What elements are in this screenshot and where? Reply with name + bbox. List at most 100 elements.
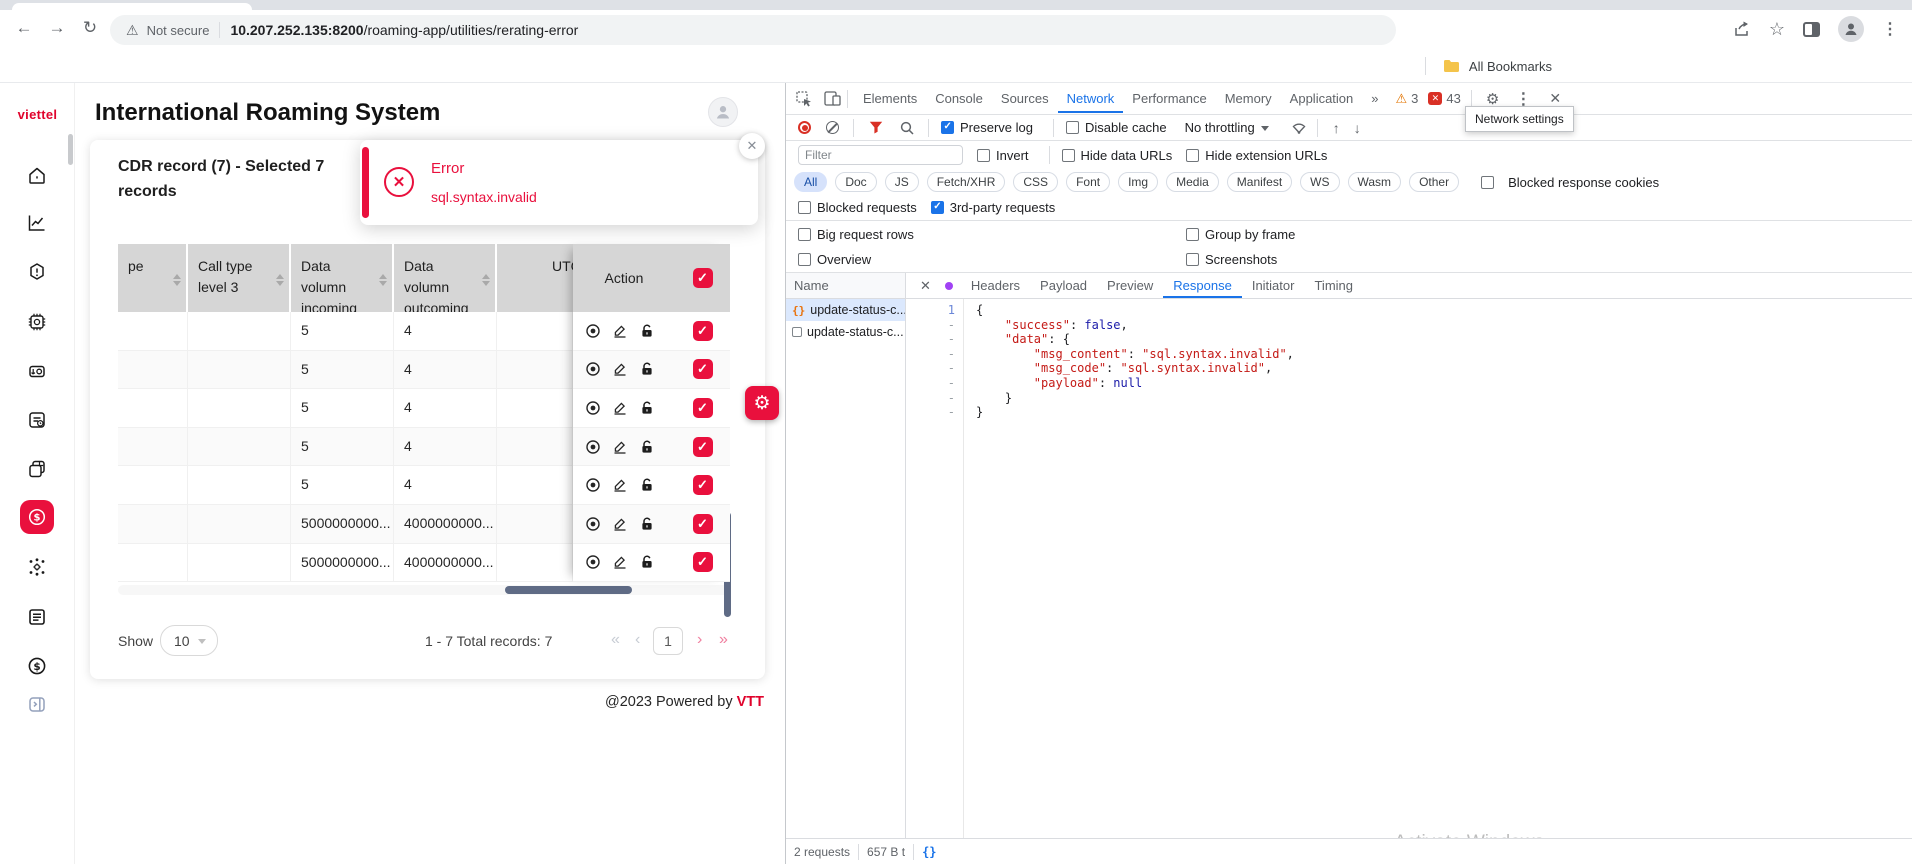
current-page-button[interactable]: 1 (653, 627, 683, 655)
export-har-icon[interactable]: ↓ (1354, 120, 1361, 136)
sidebar-scrollbar[interactable] (68, 134, 73, 165)
filter-chip-css[interactable]: CSS (1013, 172, 1058, 192)
device-toolbar-icon[interactable] (824, 91, 841, 106)
unlock-icon[interactable] (639, 477, 655, 493)
response-tab-timing[interactable]: Timing (1304, 273, 1363, 298)
chart-icon[interactable] (26, 212, 48, 234)
row-checkbox[interactable]: ✓ (693, 398, 713, 418)
filter-funnel-icon[interactable] (869, 121, 883, 134)
screenshots-label[interactable]: Screenshots (1205, 252, 1277, 267)
edit-icon[interactable] (612, 516, 628, 532)
devtools-tab-performance[interactable]: Performance (1123, 84, 1215, 113)
settings-gear-icon[interactable]: ⚙ (1486, 90, 1499, 108)
big-request-rows-label[interactable]: Big request rows (817, 227, 914, 242)
blocked-response-cookies-label[interactable]: Blocked response cookies (1508, 175, 1659, 190)
third-party-requests-label[interactable]: 3rd-party requests (950, 200, 1056, 215)
blocked-requests-checkbox[interactable] (798, 201, 811, 214)
filter-chip-font[interactable]: Font (1066, 172, 1110, 192)
row-checkbox[interactable]: ✓ (693, 475, 713, 495)
view-icon[interactable] (585, 516, 601, 532)
devtools-tab-elements[interactable]: Elements (854, 84, 926, 113)
last-page-button[interactable]: » (719, 631, 728, 649)
unlock-icon[interactable] (639, 554, 655, 570)
response-tab-initiator[interactable]: Initiator (1242, 273, 1305, 298)
throttling-select[interactable]: No throttling (1185, 120, 1255, 135)
dollar-circle-icon[interactable]: $ (26, 655, 48, 677)
back-button[interactable]: ← (12, 18, 36, 38)
unlock-icon[interactable] (639, 439, 655, 455)
third-party-requests-checkbox[interactable] (931, 201, 944, 214)
response-json[interactable]: { "success": false, "data": { "msg_conte… (964, 299, 1294, 838)
disable-cache-checkbox[interactable] (1066, 121, 1079, 134)
view-icon[interactable] (585, 400, 601, 416)
select-all-checkbox[interactable]: ✓ (693, 268, 713, 288)
hide-data-urls-label[interactable]: Hide data URLs (1081, 148, 1173, 163)
view-icon[interactable] (585, 439, 601, 455)
next-page-button[interactable]: › (697, 631, 702, 649)
devtools-tab-sources[interactable]: Sources (992, 84, 1058, 113)
hide-extension-urls-label[interactable]: Hide extension URLs (1205, 148, 1327, 163)
row-checkbox[interactable]: ✓ (693, 321, 713, 341)
preserve-log-label[interactable]: Preserve log (960, 120, 1033, 135)
column-header[interactable]: Data volumn outcoming (394, 244, 497, 312)
row-checkbox[interactable]: ✓ (693, 514, 713, 534)
request-item[interactable]: update-status-c... (786, 321, 905, 343)
unlock-icon[interactable] (639, 361, 655, 377)
hide-extension-urls-checkbox[interactable] (1186, 149, 1199, 162)
issues-badge[interactable]: ✕43 (1428, 91, 1460, 106)
record-network-log-icon[interactable] (798, 121, 811, 134)
filter-chip-manifest[interactable]: Manifest (1227, 172, 1292, 192)
group-by-frame-checkbox[interactable] (1186, 228, 1199, 241)
first-page-button[interactable]: « (611, 631, 620, 649)
edit-icon[interactable] (612, 439, 628, 455)
filter-chip-media[interactable]: Media (1166, 172, 1219, 192)
chip-gear-icon[interactable] (26, 311, 48, 333)
hide-data-urls-checkbox[interactable] (1062, 149, 1075, 162)
browser-menu-icon[interactable]: ⋮ (1882, 19, 1898, 39)
devtools-tab-console[interactable]: Console (926, 84, 992, 113)
not-secure-label[interactable]: Not secure (147, 23, 210, 38)
filter-chip-wasm[interactable]: Wasm (1348, 172, 1402, 192)
bookmark-star-icon[interactable]: ☆ (1769, 19, 1785, 40)
network-nodes-icon[interactable] (26, 556, 48, 578)
filter-chip-js[interactable]: JS (885, 172, 919, 192)
home-icon[interactable] (26, 164, 48, 186)
filter-input[interactable]: Filter (798, 145, 963, 165)
warning-icon[interactable]: ⚠ (1396, 91, 1408, 107)
row-checkbox[interactable]: ✓ (693, 359, 713, 379)
inspect-element-icon[interactable] (796, 91, 812, 107)
close-request-icon[interactable]: ✕ (920, 278, 931, 294)
settings-fab[interactable]: ⚙ (745, 386, 779, 420)
view-icon[interactable] (585, 361, 601, 377)
devtools-tab-memory[interactable]: Memory (1216, 84, 1281, 113)
screenshots-checkbox[interactable] (1186, 253, 1199, 266)
devtools-tab-application[interactable]: Application (1281, 84, 1363, 113)
disable-cache-label[interactable]: Disable cache (1085, 120, 1167, 135)
invert-label[interactable]: Invert (996, 148, 1029, 163)
sort-carets[interactable] (276, 274, 284, 286)
response-tab-payload[interactable]: Payload (1030, 273, 1097, 298)
camera-swap-icon[interactable] (26, 360, 48, 382)
column-header[interactable]: UTC (497, 244, 573, 312)
column-header[interactable]: pe (118, 244, 188, 312)
collapse-panel-icon[interactable] (26, 693, 48, 715)
sort-carets[interactable] (379, 274, 387, 286)
search-icon[interactable] (900, 121, 914, 135)
network-conditions-icon[interactable] (1291, 121, 1307, 135)
filter-chip-other[interactable]: Other (1409, 172, 1459, 192)
column-header[interactable]: Data volumn incoming (291, 244, 394, 312)
invert-checkbox[interactable] (977, 149, 990, 162)
edit-icon[interactable] (612, 361, 628, 377)
pretty-print-icon[interactable]: {} (922, 845, 936, 859)
view-icon[interactable] (585, 323, 601, 339)
devtools-tab-network[interactable]: Network (1058, 84, 1124, 113)
clear-network-log-icon[interactable] (826, 121, 839, 134)
address-bar[interactable]: ⚠ Not secure 10.207.252.135:8200 /roamin… (110, 15, 1396, 45)
preserve-log-checkbox[interactable] (941, 121, 954, 134)
name-column-header[interactable]: Name (786, 273, 905, 299)
sidebar-item-billing-active[interactable]: $ (20, 500, 54, 534)
group-by-frame-label[interactable]: Group by frame (1205, 227, 1295, 242)
unlock-icon[interactable] (639, 323, 655, 339)
filter-chip-all[interactable]: All (794, 172, 827, 192)
all-bookmarks-button[interactable]: All Bookmarks (1425, 50, 1552, 82)
